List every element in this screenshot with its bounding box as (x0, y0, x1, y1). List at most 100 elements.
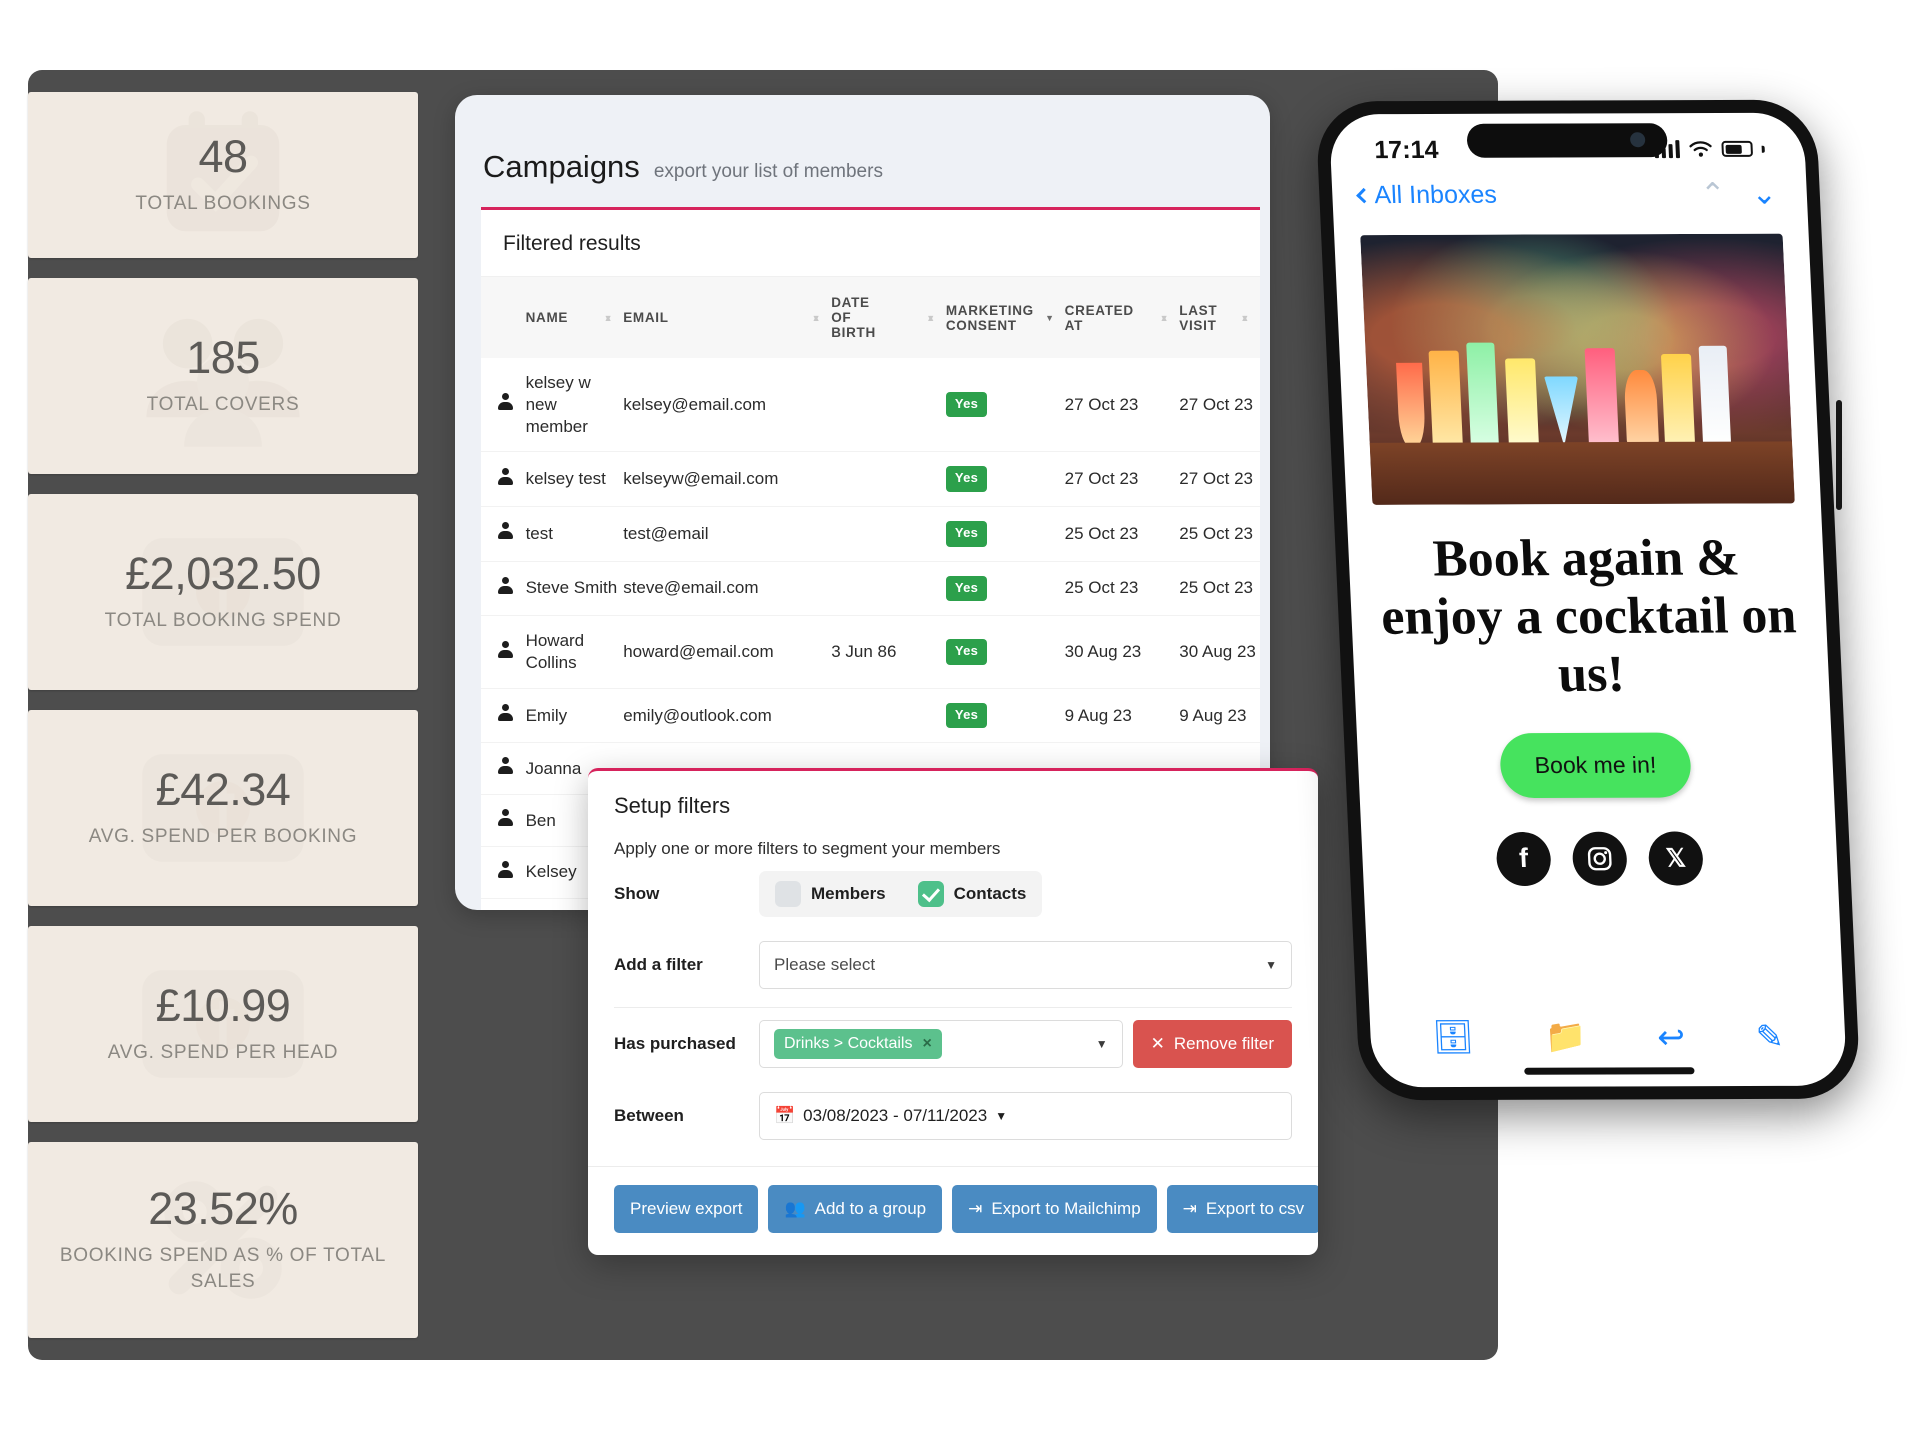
dialog-description: Apply one or more filters to segment you… (614, 839, 1001, 858)
battery-icon (1721, 140, 1754, 157)
remove-filter-label: Remove filter (1173, 1034, 1274, 1053)
row-avatar-cell (481, 561, 526, 617)
stat-label: TOTAL BOOKING SPEND (104, 610, 342, 632)
column-header-created-at[interactable]: CREATED AT ▲ ▼ (1064, 277, 1180, 358)
close-icon: ✕ (1150, 1034, 1165, 1053)
stat-value: £10.99 (155, 980, 291, 1032)
facebook-icon[interactable]: f (1495, 831, 1552, 886)
table-row[interactable]: Howard Collins howard@email.com 3 Jun 86… (481, 615, 1260, 689)
book-me-in-button[interactable]: Book me in! (1499, 732, 1692, 798)
page-title: Campaigns (483, 149, 640, 184)
cell-created: 27 Oct 23 (1064, 451, 1180, 507)
instagram-icon[interactable] (1571, 831, 1628, 886)
row-avatar-cell (481, 615, 526, 689)
column-header-email[interactable]: EMAIL ▲ ▼ (623, 277, 832, 358)
cta-label: Book me in! (1534, 751, 1657, 778)
folder-icon[interactable]: 📁 (1544, 1018, 1587, 1057)
cell-consent: Yes (945, 615, 1065, 689)
filtered-results-title: Filtered results (481, 210, 1260, 277)
status-badge: Yes (945, 702, 988, 729)
cell-name: Howard Collins (525, 615, 624, 689)
date-range-value: 03/08/2023 - 07/11/2023 (803, 1106, 988, 1125)
add-filter-select[interactable]: Please select ▼ (759, 941, 1292, 989)
cell-last-visit: 27 Oct 23 (1179, 451, 1260, 507)
cell-name: Emily (525, 688, 624, 744)
checkbox-label: Members (811, 884, 886, 903)
cell-created: 9 Aug 23 (1064, 688, 1180, 744)
checkbox-box-checked[interactable] (917, 881, 944, 907)
next-message-icon[interactable]: ⌄ (1751, 177, 1778, 212)
cell-dob (831, 358, 946, 453)
calendar-icon: 📅 (774, 1106, 796, 1125)
close-icon[interactable]: × (922, 1035, 931, 1053)
column-label: DATE OF BIRTH (831, 295, 876, 340)
column-label: EMAIL (623, 310, 669, 325)
table-row[interactable]: kelsey w new member kelsey@email.com Yes… (481, 358, 1260, 453)
select-value: Please select (774, 955, 876, 974)
cell-consent: Yes (945, 506, 1065, 562)
remove-filter-button[interactable]: ✕ Remove filter (1132, 1020, 1292, 1068)
checkbox-box[interactable] (775, 881, 801, 907)
add-to-group-button[interactable]: 👥 Add to a group (768, 1185, 943, 1233)
cell-consent: Yes (945, 451, 1065, 507)
x-twitter-icon[interactable]: 𝕏 (1647, 831, 1705, 886)
cell-name: kelsey test (525, 451, 624, 507)
mail-navigation-bar: All Inboxes ⌃ ⌄ (1332, 175, 1809, 224)
status-badge: Yes (945, 639, 988, 665)
export-to-csv-button[interactable]: ⇥ Export to csv (1166, 1185, 1318, 1233)
back-label: All Inboxes (1373, 180, 1498, 210)
table-row[interactable]: Emily emily@outlook.com Yes 9 Aug 23 9 A… (481, 688, 1260, 744)
row-avatar-cell (481, 358, 526, 453)
cell-last-visit: 25 Oct 23 (1179, 506, 1260, 562)
export-csv-label: Export to csv (1205, 1199, 1305, 1218)
back-to-all-inboxes-button[interactable]: All Inboxes (1356, 180, 1498, 210)
promo-headline: Book again & enjoy a cocktail on us! (1380, 529, 1798, 704)
stat-card-total-booking-spend: £2,032.50 TOTAL BOOKING SPEND (28, 494, 418, 690)
chevron-down-icon: ▼ (1265, 958, 1277, 972)
column-label: NAME (525, 310, 569, 325)
stat-card-total-bookings: 48 TOTAL BOOKINGS (28, 92, 418, 258)
cell-email: kelsey@email.com (623, 358, 832, 453)
table-row[interactable]: kelsey test kelseyw@email.com Yes 27 Oct… (481, 451, 1260, 507)
column-label: CREATED AT (1064, 302, 1134, 333)
column-header-last-visit[interactable]: LAST VISIT ▲ ▼ (1179, 277, 1260, 358)
row-avatar-cell (481, 688, 526, 744)
members-table-head: NAME ▲ ▼ EMAIL ▲ ▼ DATE OF BIRTH ▲ ▼ MAR… (481, 277, 1260, 358)
has-purchased-select[interactable]: Drinks > Cocktails × ▼ (759, 1020, 1123, 1068)
message-nav-arrows: ⌃ ⌄ (1700, 177, 1778, 212)
chevron-left-icon (1356, 187, 1372, 204)
wifi-icon (1689, 141, 1712, 157)
status-badge: Yes (945, 391, 988, 418)
preview-export-button[interactable]: Preview export (614, 1185, 759, 1233)
table-row[interactable]: test test@email Yes 25 Oct 23 25 Oct 23 (481, 506, 1260, 562)
stats-column: 48 TOTAL BOOKINGS 185 TOTAL COVERS £2,03… (28, 92, 418, 1338)
cell-email: kelseyw@email.com (623, 451, 832, 507)
compose-icon[interactable]: ✎ (1755, 1017, 1784, 1056)
checkbox-members[interactable]: Members (759, 871, 902, 917)
column-header-date-of-birth[interactable]: DATE OF BIRTH ▲ ▼ (831, 277, 946, 358)
status-badge: Yes (945, 466, 988, 492)
phone-screen: 17:14 All Inboxes ⌃ ⌄ Book again & enjoy… (1328, 112, 1848, 1088)
selected-chip[interactable]: Drinks > Cocktails × (774, 1029, 942, 1059)
previous-message-icon[interactable]: ⌃ (1700, 177, 1727, 212)
checkbox-contacts[interactable]: Contacts (902, 871, 1043, 917)
archive-icon[interactable]: 🗄 (1431, 1018, 1475, 1057)
stat-card-booking-spend-percent: 23.52% BOOKING SPEND AS % OF TOTAL SALES (28, 1142, 418, 1338)
table-row[interactable]: Steve Smith steve@email.com Yes 25 Oct 2… (481, 561, 1260, 617)
reply-icon[interactable]: ↩ (1656, 1017, 1685, 1056)
column-header-marketing-consent[interactable]: MARKETING CONSENT ▲▼ (945, 277, 1065, 358)
stat-label: BOOKING SPEND AS % OF TOTAL SALES (59, 1245, 387, 1293)
stat-label: TOTAL BOOKINGS (135, 193, 311, 215)
cocktails-hero-image (1360, 233, 1795, 505)
battery-cap-icon (1761, 145, 1765, 153)
cell-email: emily@outlook.com (623, 688, 832, 744)
status-badge: Yes (945, 575, 988, 602)
stat-value: 48 (198, 131, 248, 183)
chevron-down-icon: ▼ (1095, 1037, 1108, 1051)
has-purchased-row: Has purchased Drinks > Cocktails × ▼ ✕ R… (588, 1008, 1318, 1080)
cell-email: howard@email.com (623, 615, 832, 689)
column-header-name[interactable]: NAME ▲ ▼ (525, 277, 624, 358)
date-range-picker[interactable]: 📅 03/08/2023 - 07/11/2023 ▼ (759, 1092, 1292, 1140)
cell-created: 30 Aug 23 (1064, 615, 1180, 689)
export-to-mailchimp-button[interactable]: ⇥ Export to Mailchimp (952, 1185, 1157, 1233)
